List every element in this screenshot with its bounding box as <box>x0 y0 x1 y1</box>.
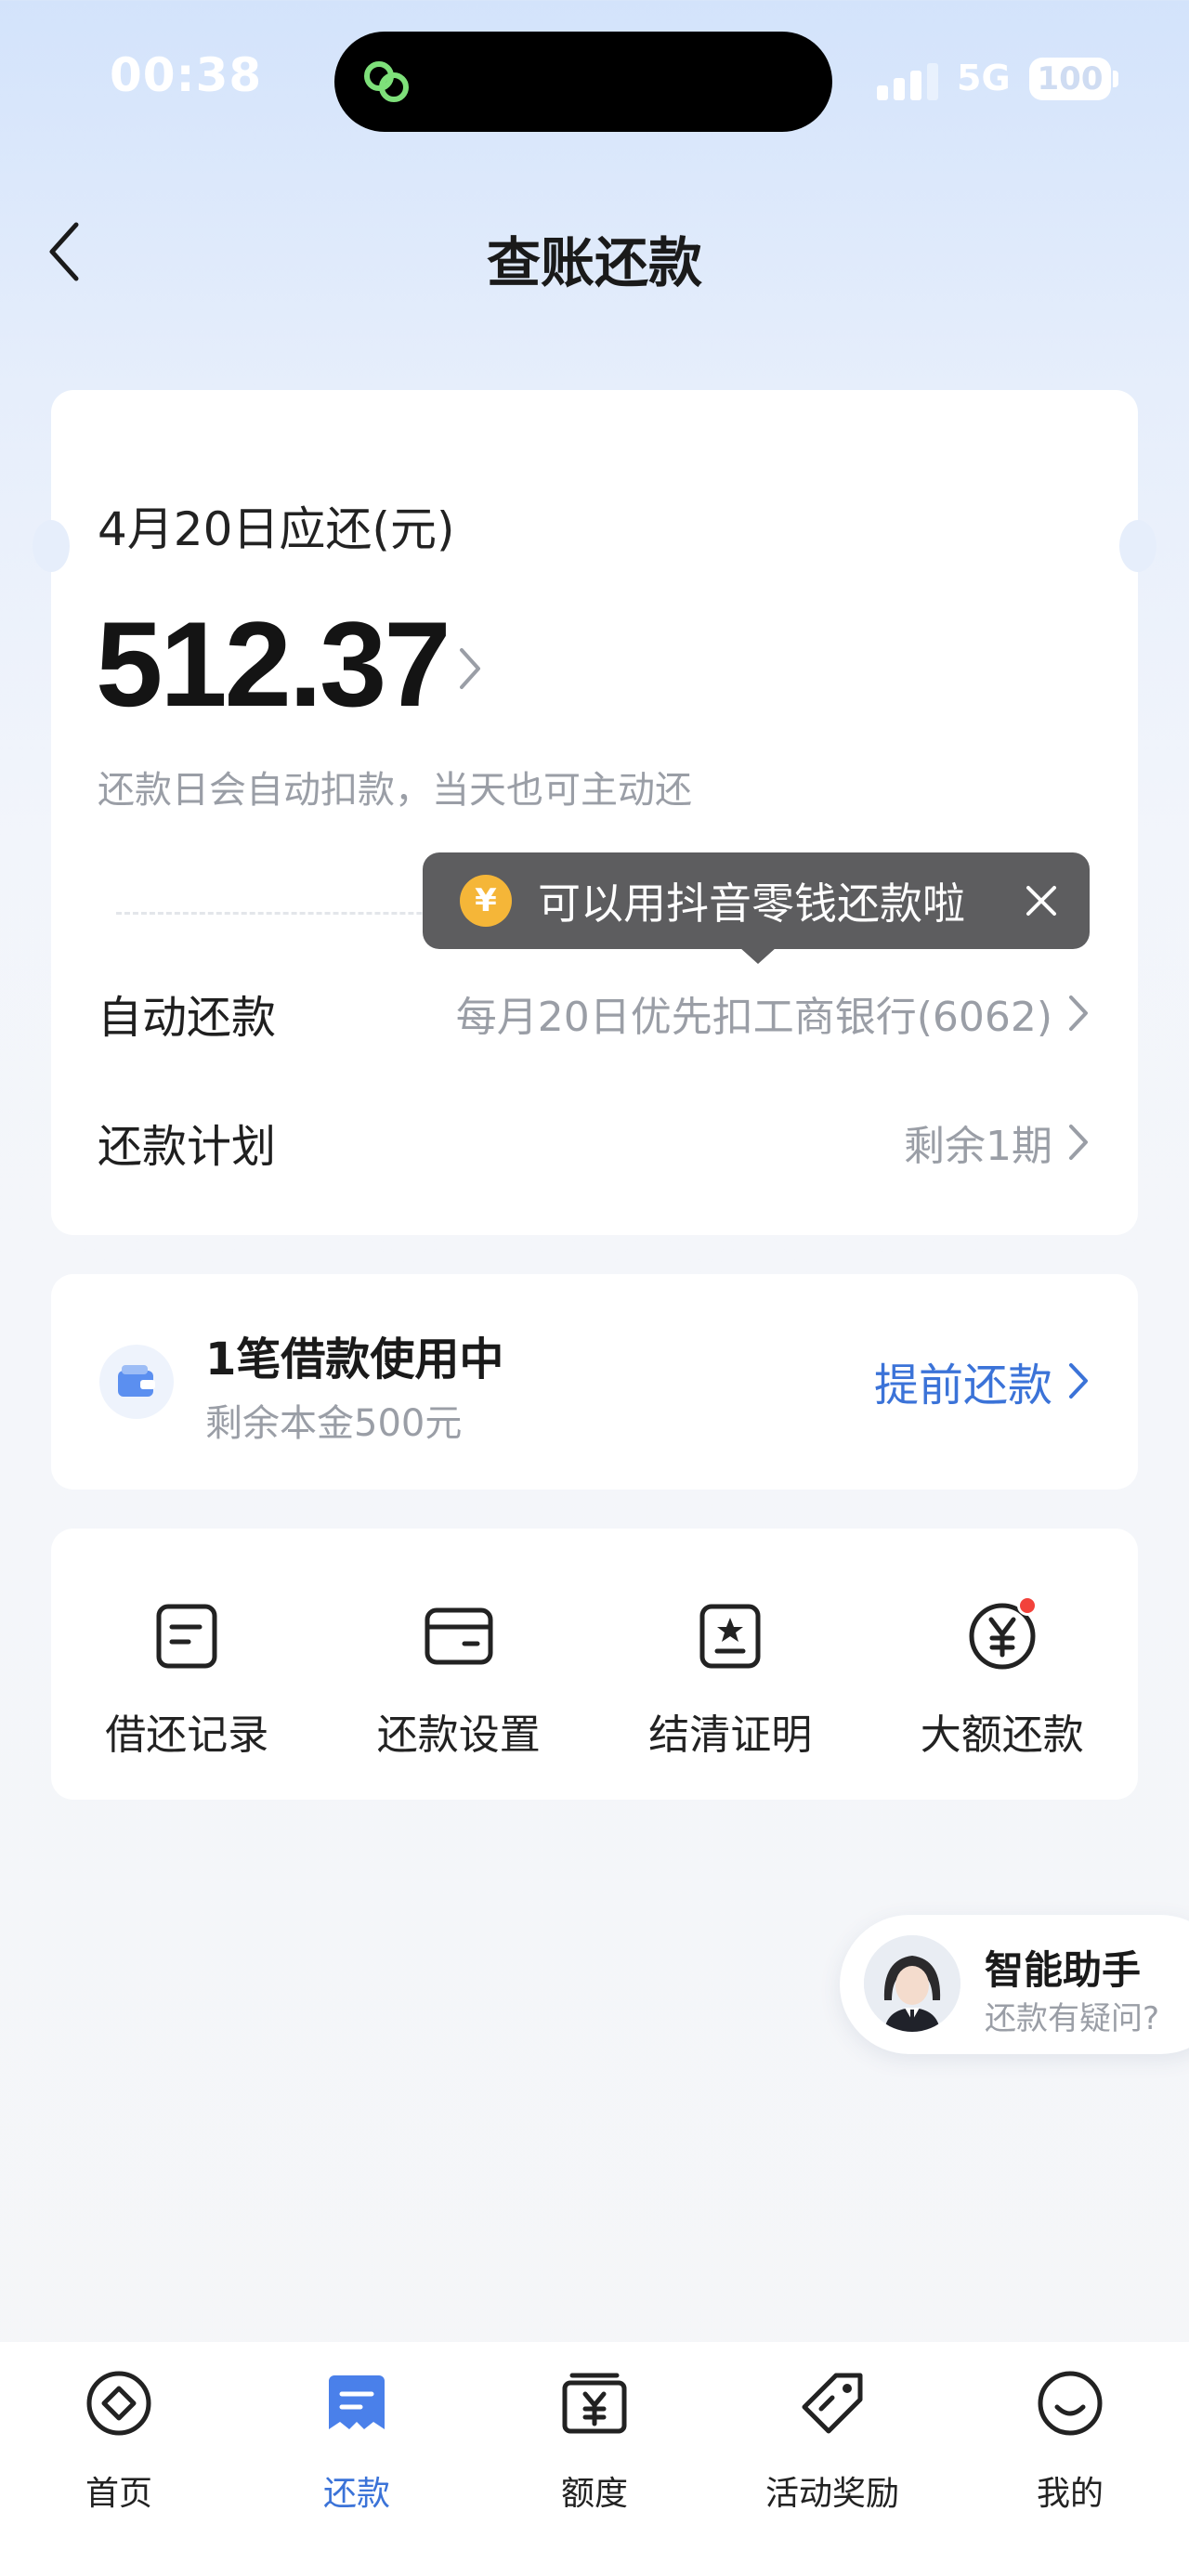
loan-remaining-principal: 剩余本金500元 <box>205 1402 463 1445</box>
profile-icon <box>1038 2371 1103 2436</box>
repay-plan-row[interactable]: 还款计划 剩余1期 <box>98 1100 1091 1184</box>
shortcut-label: 还款设置 <box>376 1711 541 1759</box>
card-notch-left <box>33 520 70 572</box>
yen-circle-icon <box>965 1595 1039 1673</box>
loan-card: 1笔借款使用中 剩余本金500元 提前还款 <box>51 1274 1138 1490</box>
nav-profile[interactable]: 我的 <box>951 2342 1189 2576</box>
status-time: 00:38 <box>110 48 263 102</box>
nav-label: 我的 <box>1036 2475 1104 2513</box>
shortcut-card: 借还记录 还款设置 结清证明 大额还款 <box>51 1529 1138 1800</box>
due-amount[interactable]: 512.37 <box>96 594 451 734</box>
repay-plan-label: 还款计划 <box>98 1121 277 1173</box>
shortcut-label: 借还记录 <box>105 1711 269 1759</box>
assistant-subtitle: 还款有疑问? <box>985 2000 1160 2037</box>
nav-label: 首页 <box>85 2475 152 2513</box>
prepay-button[interactable]: 提前还款 <box>874 1348 1091 1413</box>
chevron-right-icon <box>1069 1363 1088 1399</box>
card-settings-icon <box>425 1607 493 1665</box>
shortcut-record[interactable]: 借还记录 <box>51 1529 323 1800</box>
shortcut-large-repay[interactable]: 大额还款 <box>867 1529 1139 1800</box>
assistant-title: 智能助手 <box>985 1947 1142 1993</box>
home-icon <box>86 2371 151 2436</box>
battery-icon: 100 <box>1029 58 1111 100</box>
repay-icon <box>329 2375 385 2429</box>
network-type: 5G <box>957 58 1011 98</box>
auto-repay-value-wrap: 每月20日优先扣工商银行(6062) <box>456 983 1091 1043</box>
bill-card: 4月20日应还(元) 512.37 还款日会自动扣款，当天也可主动还 自动还款 … <box>51 390 1138 1235</box>
auto-repay-value: 每月20日优先扣工商银行(6062) <box>455 994 1052 1041</box>
quota-icon <box>562 2373 627 2434</box>
coin-icon: ¥ <box>460 875 512 927</box>
notification-badge <box>1016 1595 1038 1616</box>
due-label: 4月20日应还(元) <box>98 502 455 556</box>
record-icon <box>156 1604 217 1669</box>
repay-plan-value: 剩余1期 <box>904 1123 1052 1170</box>
nav-label: 活动奖励 <box>764 2475 899 2513</box>
signal-icon <box>877 61 938 100</box>
chevron-right-icon[interactable] <box>451 641 488 696</box>
chevron-right-icon <box>1069 995 1088 1031</box>
smart-assistant-button[interactable]: 智能助手 还款有疑问? <box>840 1915 1189 2054</box>
nav-activity-rewards[interactable]: 活动奖励 <box>713 2342 951 2576</box>
tooltip-text: 可以用抖音零钱还款啦 <box>538 878 965 929</box>
certificate-icon <box>699 1604 761 1669</box>
status-bar: 00:38 5G 100 <box>0 0 1189 158</box>
auto-repay-label: 自动还款 <box>98 992 277 1044</box>
nav-label: 还款 <box>322 2475 390 2513</box>
shortcut-label: 结清证明 <box>648 1711 813 1759</box>
bottom-nav: 首页 还款 额度 活动奖励 我的 <box>0 2342 1189 2576</box>
nav-repay[interactable]: 还款 <box>238 2342 476 2576</box>
page-title: 查账还款 <box>486 231 702 294</box>
shortcut-repay-settings[interactable]: 还款设置 <box>323 1529 595 1800</box>
prepay-label: 提前还款 <box>873 1360 1052 1412</box>
tag-icon <box>802 2373 863 2434</box>
nav-home[interactable]: 首页 <box>0 2342 238 2576</box>
wallet-icon <box>99 1345 174 1419</box>
nav-quota[interactable]: 额度 <box>476 2342 713 2576</box>
nav-label: 额度 <box>560 2475 628 2513</box>
repay-plan-value-wrap: 剩余1期 <box>904 1112 1091 1172</box>
douyin-wallet-tooltip[interactable]: ¥ 可以用抖音零钱还款啦 <box>423 852 1090 949</box>
chevron-right-icon <box>1069 1125 1088 1160</box>
card-notch-right <box>1119 520 1156 572</box>
loan-title: 1笔借款使用中 <box>205 1334 504 1386</box>
close-icon <box>1026 886 1056 916</box>
assistant-avatar <box>864 1935 960 2032</box>
dynamic-island <box>334 32 832 132</box>
tooltip-close-button[interactable] <box>1013 873 1069 929</box>
link-icon <box>364 61 409 102</box>
shortcut-label: 大额还款 <box>920 1711 1084 1759</box>
auto-repay-row[interactable]: 自动还款 每月20日优先扣工商银行(6062) <box>98 971 1091 1055</box>
shortcut-settlement-certificate[interactable]: 结清证明 <box>594 1529 867 1800</box>
battery-cap <box>1113 71 1118 87</box>
autopay-hint: 还款日会自动扣款，当天也可主动还 <box>98 769 692 812</box>
tooltip-arrow <box>739 947 777 964</box>
